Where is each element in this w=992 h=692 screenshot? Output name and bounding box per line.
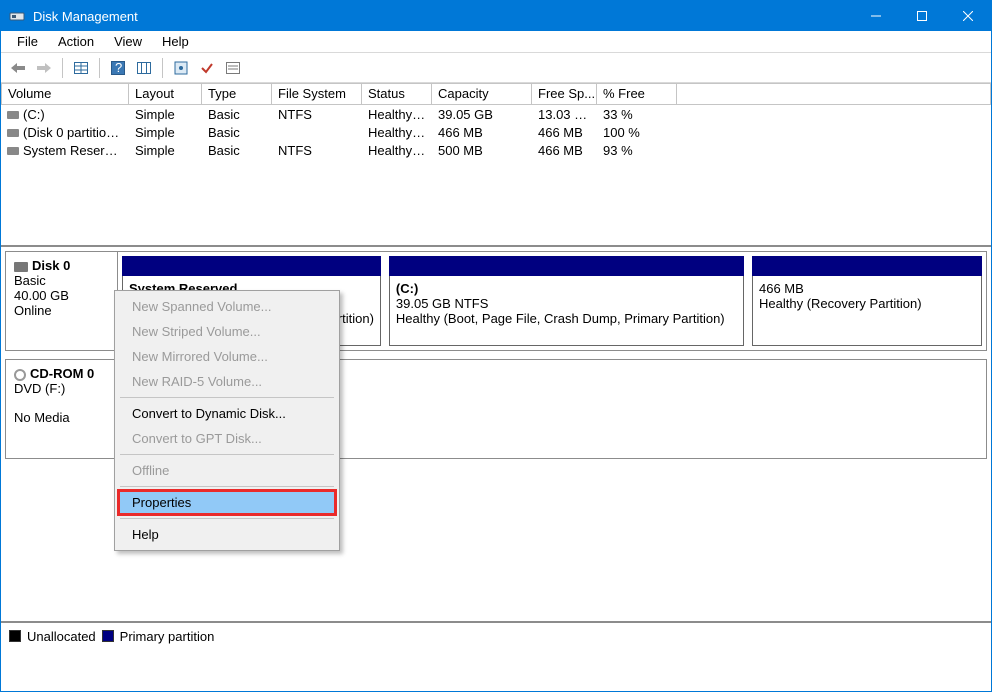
- toolbar-list-icon[interactable]: [222, 57, 244, 79]
- volume-list-header: Volume Layout Type File System Status Ca…: [1, 83, 991, 105]
- menu-convert-dynamic[interactable]: Convert to Dynamic Disk...: [118, 401, 336, 426]
- volume-icon: [7, 147, 19, 155]
- disk-0-info[interactable]: Disk 0 Basic 40.00 GB Online: [6, 252, 118, 350]
- app-icon: [9, 8, 25, 24]
- toolbar-settings-icon[interactable]: [170, 57, 192, 79]
- table-row[interactable]: System Reserved Simple Basic NTFS Health…: [1, 141, 991, 159]
- legend: Unallocated Primary partition: [1, 623, 991, 649]
- col-type[interactable]: Type: [202, 83, 272, 105]
- col-remainder: [677, 83, 991, 105]
- menu-action[interactable]: Action: [48, 32, 104, 51]
- svg-text:?: ?: [115, 61, 122, 75]
- toolbar-check-icon[interactable]: [196, 57, 218, 79]
- vol-name: (Disk 0 partition 3): [23, 125, 128, 140]
- forward-button[interactable]: [33, 57, 55, 79]
- partition-c[interactable]: (C:) 39.05 GB NTFS Healthy (Boot, Page F…: [389, 256, 744, 346]
- volume-icon: [7, 129, 19, 137]
- partition-recovery[interactable]: 466 MB Healthy (Recovery Partition): [752, 256, 982, 346]
- legend-swatch-primary: [102, 630, 114, 642]
- toolbar-grid-icon[interactable]: [133, 57, 155, 79]
- legend-label-unallocated: Unallocated: [27, 629, 96, 644]
- toolbar: ?: [1, 53, 991, 83]
- toolbar-help-icon[interactable]: ?: [107, 57, 129, 79]
- menu-view[interactable]: View: [104, 32, 152, 51]
- context-menu: New Spanned Volume... New Striped Volume…: [114, 290, 340, 551]
- menubar: File Action View Help: [1, 31, 991, 53]
- menu-properties[interactable]: Properties: [118, 490, 336, 515]
- col-status[interactable]: Status: [362, 83, 432, 105]
- table-row[interactable]: (Disk 0 partition 3) Simple Basic Health…: [1, 123, 991, 141]
- vol-name: System Reserved: [23, 143, 126, 158]
- table-row[interactable]: (C:) Simple Basic NTFS Healthy (... 39.0…: [1, 105, 991, 123]
- back-button[interactable]: [7, 57, 29, 79]
- window-title: Disk Management: [33, 9, 853, 24]
- close-button[interactable]: [945, 1, 991, 31]
- col-layout[interactable]: Layout: [129, 83, 202, 105]
- menu-convert-gpt: Convert to GPT Disk...: [118, 426, 336, 451]
- volume-list: Volume Layout Type File System Status Ca…: [1, 83, 991, 247]
- col-capacity[interactable]: Capacity: [432, 83, 532, 105]
- menu-new-striped: New Striped Volume...: [118, 319, 336, 344]
- disk-icon: [14, 262, 28, 272]
- menu-help[interactable]: Help: [152, 32, 199, 51]
- col-file-system[interactable]: File System: [272, 83, 362, 105]
- volume-icon: [7, 111, 19, 119]
- toolbar-table-icon[interactable]: [70, 57, 92, 79]
- titlebar: Disk Management: [1, 1, 991, 31]
- menu-new-spanned: New Spanned Volume...: [118, 294, 336, 319]
- menu-help[interactable]: Help: [118, 522, 336, 547]
- minimize-button[interactable]: [853, 1, 899, 31]
- menu-new-mirrored: New Mirrored Volume...: [118, 344, 336, 369]
- menu-file[interactable]: File: [7, 32, 48, 51]
- col-percent-free[interactable]: % Free: [597, 83, 677, 105]
- legend-swatch-unallocated: [9, 630, 21, 642]
- legend-label-primary: Primary partition: [120, 629, 215, 644]
- menu-offline: Offline: [118, 458, 336, 483]
- maximize-button[interactable]: [899, 1, 945, 31]
- cd-rom-info[interactable]: CD-ROM 0 DVD (F:) No Media: [6, 360, 118, 458]
- col-volume[interactable]: Volume: [1, 83, 129, 105]
- col-free-space[interactable]: Free Sp...: [532, 83, 597, 105]
- menu-new-raid5: New RAID-5 Volume...: [118, 369, 336, 394]
- vol-name: (C:): [23, 107, 45, 122]
- cd-icon: [14, 369, 26, 381]
